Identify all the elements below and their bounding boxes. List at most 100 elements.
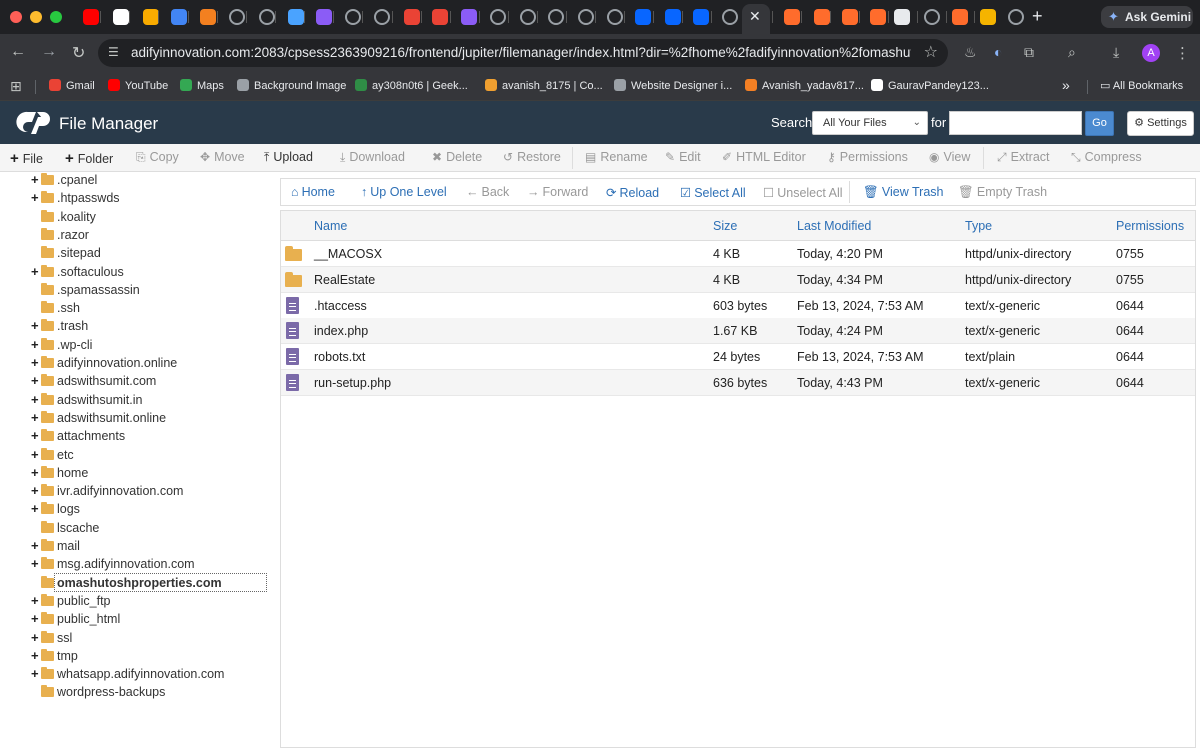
- menu-kebab-icon[interactable]: ⋮: [1175, 44, 1190, 62]
- bookmark-item[interactable]: Background Image: [237, 79, 346, 92]
- cell-perms: 0644: [1116, 350, 1144, 365]
- globe-icon: [548, 9, 564, 25]
- apps-grid-icon[interactable]: ⊞: [10, 78, 22, 95]
- toolbar-upload-button[interactable]: ⤒ Upload: [264, 150, 313, 165]
- forward-arrow-icon[interactable]: →: [41, 43, 57, 61]
- table-row[interactable]: __MACOSX 4 KB Today, 4:20 PM httpd/unix-dir…: [281, 241, 1195, 267]
- cell-size: 636 bytes: [713, 376, 768, 390]
- search-scope-select[interactable]: All Your Files ⌄: [812, 111, 928, 135]
- toolbar-copy-button[interactable]: ⎘ Copy: [136, 150, 179, 165]
- back-arrow-icon[interactable]: ←: [10, 43, 26, 61]
- expand-plus-icon[interactable]: +: [31, 592, 39, 610]
- expand-plus-icon[interactable]: +: [31, 464, 39, 482]
- expand-plus-icon[interactable]: +: [31, 372, 39, 390]
- expand-plus-icon[interactable]: +: [31, 189, 39, 207]
- all-bookmarks-button[interactable]: ▭ All Bookmarks: [1100, 79, 1183, 92]
- table-row[interactable]: .htaccess 603 bytes Feb 13, 2024, 7:53 AM t…: [281, 293, 1195, 319]
- close-window-button[interactable]: [10, 11, 22, 23]
- toolbar-move-button[interactable]: ✥ Move: [200, 150, 245, 164]
- column-header-type[interactable]: Type: [965, 219, 992, 233]
- expand-plus-icon[interactable]: +: [31, 629, 39, 647]
- go-button[interactable]: Go: [1085, 111, 1114, 136]
- toolbar-extract-button[interactable]: ⤢ Extract: [997, 150, 1050, 165]
- toolbar-download-button[interactable]: ⤓ Download: [340, 150, 405, 165]
- extension-eye-icon[interactable]: ◐: [994, 44, 1002, 60]
- file-icon: [286, 322, 299, 340]
- nav-label: Reload: [619, 186, 660, 200]
- search-input[interactable]: [949, 111, 1082, 135]
- tab-close-icon[interactable]: ✕: [749, 8, 761, 25]
- toolbar-html-editor-button[interactable]: ✐ HTML Editor: [722, 150, 806, 164]
- expand-plus-icon[interactable]: +: [31, 665, 39, 683]
- expand-plus-icon[interactable]: +: [31, 610, 39, 628]
- tab-search-icon[interactable]: ⌕: [1068, 44, 1076, 61]
- reload-icon[interactable]: ↻: [72, 43, 85, 63]
- expand-plus-icon[interactable]: +: [31, 336, 39, 354]
- toolbar-folder-button[interactable]: + Folder: [65, 150, 113, 167]
- nav-forward-button[interactable]: → Forward: [527, 185, 588, 199]
- expand-plus-icon[interactable]: +: [31, 427, 39, 445]
- url-text[interactable]: adifyinnovation.com:2083/cpsess236390921…: [131, 45, 911, 60]
- toolbar-edit-button[interactable]: ✎ Edit: [665, 150, 701, 164]
- extension-flame-icon[interactable]: ♨: [964, 44, 977, 61]
- maximize-window-button[interactable]: [50, 11, 62, 23]
- column-header-permissions[interactable]: Permissions: [1116, 219, 1184, 233]
- expand-plus-icon[interactable]: +: [31, 409, 39, 427]
- bookmark-item[interactable]: ay308n0t6 | Geek...: [355, 79, 468, 92]
- expand-plus-icon[interactable]: +: [31, 263, 39, 281]
- extensions-puzzle-icon[interactable]: ⧉: [1024, 44, 1034, 61]
- toolbar-compress-button[interactable]: ⤡ Compress: [1071, 150, 1142, 165]
- omnibox[interactable]: ☰ adifyinnovation.com:2083/cpsess2363909…: [98, 39, 948, 67]
- ask-gemini-button[interactable]: ✦ Ask Gemini: [1101, 6, 1193, 28]
- nav-empty-trash-button[interactable]: 🗑 Empty Trash: [958, 185, 1047, 200]
- expand-plus-icon[interactable]: +: [31, 500, 39, 518]
- expand-plus-icon[interactable]: +: [31, 391, 39, 409]
- bookmark-item[interactable]: Website Designer i...: [614, 79, 732, 92]
- bookmark-item[interactable]: Gmail: [49, 79, 95, 92]
- column-header-name[interactable]: Name: [314, 219, 347, 233]
- nav-back-button[interactable]: ← Back: [466, 185, 509, 199]
- toolbar-restore-button[interactable]: ↺ Restore: [503, 150, 561, 164]
- bookmark-item[interactable]: Maps: [180, 79, 224, 92]
- bookmark-star-icon[interactable]: ☆: [924, 42, 938, 62]
- toolbar-delete-button[interactable]: ✖ Delete: [432, 150, 482, 164]
- nav-up-one-level-button[interactable]: ↑ Up One Level: [361, 185, 447, 199]
- expand-plus-icon[interactable]: +: [31, 354, 39, 372]
- bookmark-item[interactable]: Avanish_yadav817...: [745, 79, 864, 92]
- toolbar-permissions-button[interactable]: ⚷ Permissions: [827, 150, 908, 164]
- table-row[interactable]: RealEstate 4 KB Today, 4:34 PM httpd/unix-d…: [281, 266, 1195, 293]
- more-bookmarks-icon[interactable]: »: [1062, 77, 1070, 93]
- column-header-size[interactable]: Size: [713, 219, 737, 233]
- minimize-window-button[interactable]: [30, 11, 42, 23]
- expand-plus-icon[interactable]: +: [31, 647, 39, 665]
- toolbar-view-button[interactable]: ◉ View: [929, 150, 970, 164]
- bookmark-item[interactable]: YouTube: [108, 79, 168, 92]
- expand-plus-icon[interactable]: +: [31, 537, 39, 555]
- nav-select-all-button[interactable]: ☑ Select All: [680, 185, 746, 200]
- expand-plus-icon[interactable]: +: [31, 555, 39, 573]
- bookmark-item[interactable]: avanish_8175 | Co...: [485, 79, 603, 92]
- expand-plus-icon[interactable]: +: [31, 171, 39, 189]
- nav-home-button[interactable]: ⌂ Home: [291, 185, 335, 199]
- table-row[interactable]: index.php 1.67 KB Today, 4:24 PM text/x-gen…: [281, 318, 1195, 345]
- table-row[interactable]: robots.txt 24 bytes Feb 13, 2024, 7:53 AM t…: [281, 344, 1195, 371]
- nav-label: Unselect All: [777, 186, 843, 200]
- expand-plus-icon[interactable]: +: [31, 446, 39, 464]
- toolbar-file-button[interactable]: + File: [10, 150, 43, 167]
- nav-unselect-all-button[interactable]: ☐ Unselect All: [763, 185, 843, 200]
- folder-icon: [41, 209, 54, 222]
- toolbar-rename-button[interactable]: ▤ Rename: [585, 150, 648, 164]
- expand-plus-icon[interactable]: +: [31, 482, 39, 500]
- toolbar-label: Extract: [1010, 150, 1050, 164]
- new-tab-button[interactable]: +: [1032, 6, 1043, 27]
- table-row[interactable]: run-setup.php 636 bytes Today, 4:43 PM text…: [281, 370, 1195, 396]
- site-settings-icon[interactable]: ☰: [108, 45, 119, 59]
- expand-plus-icon[interactable]: +: [31, 317, 39, 335]
- profile-avatar[interactable]: A: [1142, 44, 1160, 62]
- nav-view-trash-button[interactable]: 🗑 View Trash: [863, 185, 943, 200]
- bookmark-item[interactable]: GauravPandey123...: [871, 79, 989, 92]
- column-header-last-modified[interactable]: Last Modified: [797, 219, 871, 233]
- download-icon[interactable]: ⤓: [1113, 44, 1119, 61]
- settings-button[interactable]: ⚙ Settings: [1127, 111, 1194, 136]
- nav-reload-button[interactable]: ⟳ Reload: [606, 185, 659, 200]
